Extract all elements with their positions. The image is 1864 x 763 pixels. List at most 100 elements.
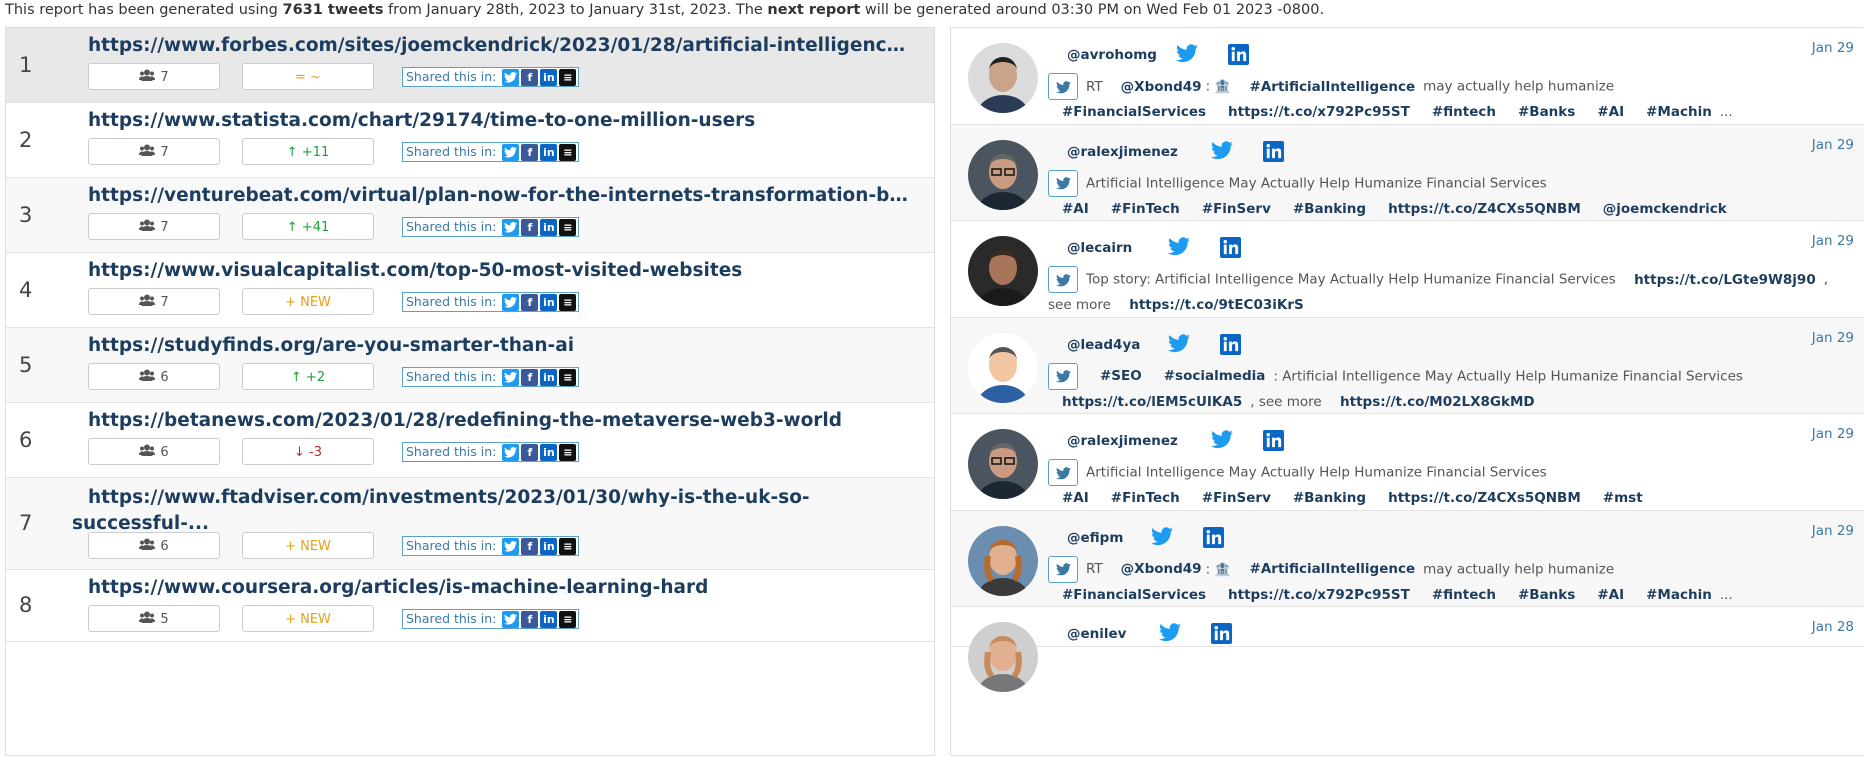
twitter-profile-icon[interactable]: [1167, 333, 1190, 356]
twitter-profile-icon[interactable]: [1176, 44, 1199, 66]
link-url[interactable]: https://www.forbes.com/sites/joemckendri…: [88, 35, 909, 56]
trend-badge[interactable]: ↓ -3: [242, 438, 374, 465]
twitter-share-icon[interactable]: [502, 444, 520, 461]
link-url[interactable]: https://www.visualcapitalist.com/top-50-…: [88, 260, 909, 281]
tweet-link[interactable]: https://t.co/lEM5cUIKA5: [1062, 394, 1242, 410]
hashtag-link[interactable]: #AI: [1597, 587, 1624, 603]
twitter-share-icon[interactable]: [502, 611, 520, 628]
linkedin-share-icon[interactable]: in: [540, 444, 558, 461]
retweet-button[interactable]: [1048, 459, 1078, 486]
user-count-button[interactable]: 7: [88, 63, 220, 90]
mention-link[interactable]: @joemckendrick: [1603, 201, 1727, 217]
buffer-share-icon[interactable]: ≡: [559, 538, 577, 555]
linkedin-profile-icon[interactable]: [1202, 526, 1225, 549]
twitter-share-icon[interactable]: [502, 538, 520, 555]
user-avatar[interactable]: [968, 139, 1038, 210]
retweet-button[interactable]: [1048, 555, 1078, 583]
hashtag-link[interactable]: #Banking: [1293, 201, 1366, 217]
user-handle[interactable]: @lecairn: [1067, 240, 1132, 256]
user-handle[interactable]: @enilev: [1067, 626, 1126, 642]
user-handle[interactable]: @ralexjimenez: [1067, 144, 1178, 160]
trend-badge[interactable]: ↑ +41: [242, 213, 374, 240]
retweet-button[interactable]: [1048, 169, 1078, 197]
linkedin-profile-icon[interactable]: [1219, 237, 1242, 259]
hashtag-link[interactable]: #FinancialServices: [1062, 587, 1206, 603]
linkedin-share-icon[interactable]: in: [540, 611, 558, 628]
linkedin-share-icon[interactable]: in: [540, 294, 558, 311]
linkedin-profile-icon[interactable]: [1211, 623, 1233, 645]
linkedin-share-icon[interactable]: in: [540, 144, 558, 161]
linkedin-profile-icon[interactable]: [1262, 430, 1285, 452]
link-url[interactable]: https://www.statista.com/chart/29174/tim…: [88, 110, 909, 131]
twitter-profile-icon[interactable]: [1159, 623, 1182, 645]
hashtag-link[interactable]: #FinTech: [1111, 201, 1180, 217]
trend-badge[interactable]: + NEW: [242, 288, 374, 315]
hashtag-link[interactable]: #Banking: [1293, 490, 1366, 506]
linkedin-profile-icon[interactable]: [1228, 44, 1250, 66]
facebook-share-icon[interactable]: f: [521, 444, 539, 461]
user-count-button[interactable]: 7: [88, 288, 220, 315]
hashtag-link[interactable]: #Banks: [1518, 587, 1575, 603]
facebook-share-icon[interactable]: f: [521, 369, 539, 386]
trend-badge[interactable]: ↑ +2: [242, 363, 374, 390]
linkedin-share-icon[interactable]: in: [540, 219, 558, 236]
link-row[interactable]: 7 https://www.ftadviser.com/investments/2…: [6, 478, 934, 570]
trend-badge[interactable]: = ~: [242, 63, 374, 90]
user-count-button[interactable]: 6: [88, 438, 220, 465]
user-avatar[interactable]: [968, 332, 1038, 403]
user-avatar[interactable]: [968, 525, 1038, 596]
user-count-button[interactable]: 6: [88, 363, 220, 390]
linkedin-profile-icon[interactable]: [1262, 140, 1285, 163]
user-handle[interactable]: @ralexjimenez: [1067, 433, 1178, 449]
buffer-share-icon[interactable]: ≡: [559, 144, 577, 161]
linkedin-share-icon[interactable]: in: [540, 538, 558, 555]
link-row[interactable]: 6 https://betanews.com/2023/01/28/redefin…: [6, 403, 934, 478]
facebook-share-icon[interactable]: f: [521, 294, 539, 311]
buffer-share-icon[interactable]: ≡: [559, 219, 577, 236]
twitter-profile-icon[interactable]: [1167, 237, 1190, 259]
hashtag-link[interactable]: #AI: [1062, 490, 1089, 506]
user-avatar[interactable]: [968, 236, 1038, 306]
tweet-link[interactable]: https://t.co/x792Pc95ST: [1228, 587, 1410, 603]
retweet-button[interactable]: [1048, 266, 1078, 293]
retweet-button[interactable]: [1048, 73, 1078, 100]
tweet-link[interactable]: https://t.co/x792Pc95ST: [1228, 104, 1410, 120]
trend-badge[interactable]: ↑ +11: [242, 138, 374, 165]
linkedin-share-icon[interactable]: in: [540, 369, 558, 386]
user-count-button[interactable]: 6: [88, 532, 220, 559]
link-url[interactable]: https://betanews.com/2023/01/28/redefini…: [88, 410, 909, 431]
trend-badge[interactable]: + NEW: [242, 605, 374, 632]
hashtag-link[interactable]: #mst: [1603, 490, 1643, 506]
trend-badge[interactable]: + NEW: [242, 532, 374, 559]
twitter-share-icon[interactable]: [502, 144, 520, 161]
facebook-share-icon[interactable]: f: [521, 538, 539, 555]
hashtag-link[interactable]: #socialmedia: [1164, 368, 1266, 384]
tweet-link[interactable]: https://t.co/Z4CXs5QNBM: [1388, 490, 1581, 506]
hashtag-link[interactable]: #Machin: [1646, 587, 1712, 603]
user-avatar[interactable]: [968, 622, 1038, 692]
mention-link[interactable]: @Xbond49: [1121, 79, 1202, 95]
buffer-share-icon[interactable]: ≡: [559, 444, 577, 461]
tweet-link[interactable]: https://t.co/Z4CXs5QNBM: [1388, 201, 1581, 217]
buffer-share-icon[interactable]: ≡: [559, 611, 577, 628]
hashtag-link[interactable]: #ArtificialIntelligence: [1250, 79, 1416, 95]
user-count-button[interactable]: 7: [88, 138, 220, 165]
buffer-share-icon[interactable]: ≡: [559, 294, 577, 311]
facebook-share-icon[interactable]: f: [521, 144, 539, 161]
twitter-profile-icon[interactable]: [1210, 430, 1233, 452]
hashtag-link[interactable]: #SEO: [1100, 368, 1142, 384]
link-url[interactable]: https://www.ftadviser.com/investments/20…: [72, 485, 909, 537]
link-url[interactable]: https://venturebeat.com/virtual/plan-now…: [88, 185, 909, 206]
hashtag-link[interactable]: #AI: [1597, 104, 1624, 120]
user-handle[interactable]: @avrohomg: [1067, 47, 1157, 63]
user-count-button[interactable]: 7: [88, 213, 220, 240]
buffer-share-icon[interactable]: ≡: [559, 69, 577, 86]
hashtag-link[interactable]: #FinServ: [1202, 490, 1271, 506]
user-avatar[interactable]: [968, 429, 1038, 499]
twitter-share-icon[interactable]: [502, 69, 520, 86]
buffer-share-icon[interactable]: ≡: [559, 369, 577, 386]
user-handle[interactable]: @lead4ya: [1067, 337, 1140, 353]
linkedin-share-icon[interactable]: in: [540, 69, 558, 86]
tweet-link[interactable]: https://t.co/9tEC03iKrS: [1129, 297, 1304, 313]
hashtag-link[interactable]: #AI: [1062, 201, 1089, 217]
